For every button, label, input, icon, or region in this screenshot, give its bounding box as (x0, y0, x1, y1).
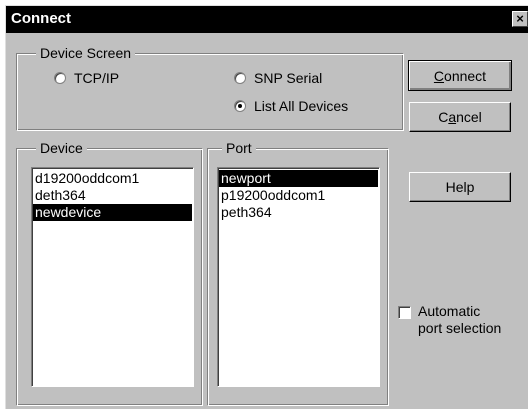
port-list[interactable]: newport p19200oddcom1 peth364 (217, 167, 380, 387)
port-list-item-selected[interactable]: newport (219, 170, 378, 187)
tcpip-radio-icon[interactable] (54, 72, 66, 84)
cancel-button[interactable]: Cancel (409, 102, 511, 132)
port-list-item[interactable]: p19200oddcom1 (219, 187, 378, 204)
device-list-item-selected[interactable]: newdevice (33, 204, 192, 221)
device-list[interactable]: d19200oddcom1 deth364 newdevice (31, 167, 194, 387)
tcpip-label: TCP/IP (74, 70, 120, 86)
radio-snp-serial[interactable]: SNP Serial (234, 70, 322, 86)
cancel-button-label: Cancel (438, 109, 482, 125)
device-list-item[interactable]: deth364 (33, 187, 192, 204)
connect-button-label: Connect (433, 67, 487, 84)
help-button-label: Help (445, 179, 475, 195)
list-all-devices-label: List All Devices (254, 98, 349, 114)
title-bar[interactable]: Connect × (6, 6, 528, 33)
device-screen-label: Device Screen (36, 45, 136, 61)
port-group-label: Port (222, 140, 256, 156)
radio-list-all-devices[interactable]: List All Devices (234, 98, 348, 114)
radio-tcpip[interactable]: TCP/IP (54, 70, 119, 86)
connect-dialog: Connect × Device Screen TCP/IP SNP Seria… (5, 5, 528, 409)
device-list-item[interactable]: d19200oddcom1 (33, 170, 192, 187)
automatic-port-selection-label[interactable]: Automatic port selection (418, 303, 501, 337)
help-button[interactable]: Help (409, 172, 511, 202)
connect-button[interactable]: Connect (408, 60, 512, 91)
list-all-devices-radio-icon[interactable] (234, 100, 246, 112)
device-group-label: Device (36, 140, 87, 156)
port-list-item[interactable]: peth364 (219, 204, 378, 221)
snp-serial-label: SNP Serial (254, 70, 323, 86)
close-icon[interactable]: × (512, 11, 528, 27)
window-title: Connect (11, 10, 71, 27)
snp-serial-radio-icon[interactable] (234, 72, 246, 84)
device-screen-group (16, 53, 404, 131)
automatic-port-selection-checkbox[interactable] (398, 306, 411, 319)
